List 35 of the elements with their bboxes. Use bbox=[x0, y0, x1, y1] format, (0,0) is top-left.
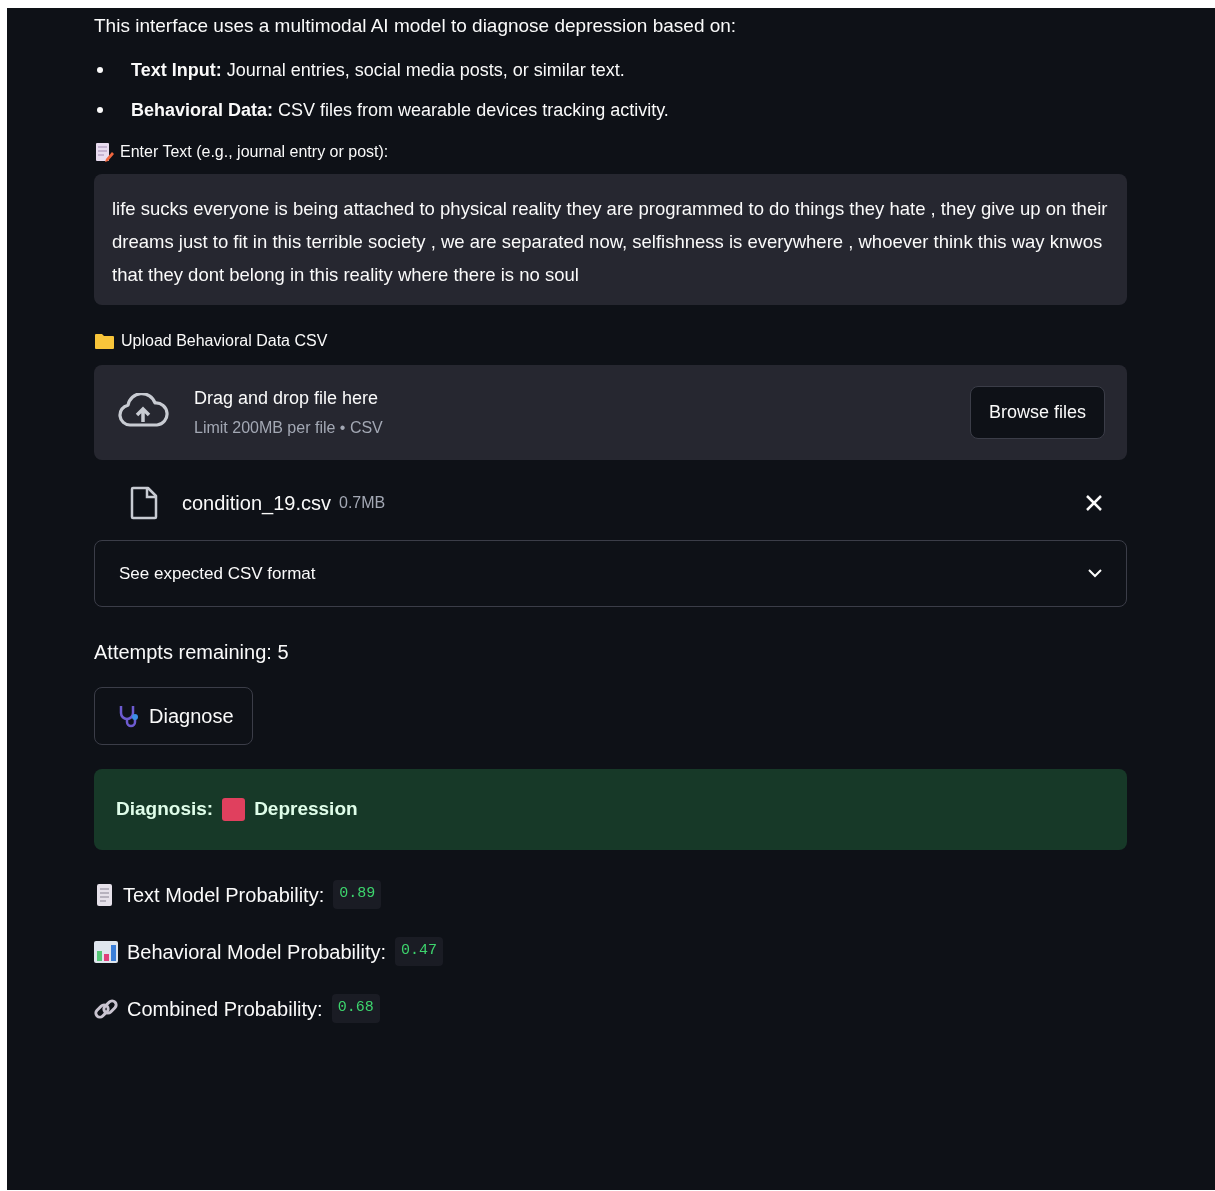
memo-icon bbox=[94, 141, 114, 162]
attempts-text: Attempts remaining: 5 bbox=[94, 640, 290, 665]
link-icon bbox=[94, 996, 118, 1021]
bullet-text: Behavioral Data: CSV files from wearable devices tracking activity. bbox=[131, 98, 669, 122]
bullet-icon bbox=[97, 67, 103, 73]
close-icon[interactable] bbox=[1085, 493, 1103, 512]
bar-chart-icon bbox=[94, 940, 118, 963]
scroll-icon bbox=[94, 882, 114, 907]
file-name: condition_19.csv bbox=[182, 490, 331, 517]
drop-text: Drag and drop file here bbox=[194, 386, 380, 410]
expander-label: See expected CSV format bbox=[119, 562, 316, 585]
probability-value: 0.68 bbox=[331, 994, 380, 1023]
field-label: Enter Text (e.g., journal entry or post): bbox=[120, 141, 389, 162]
probability-label: Text Model Probability: bbox=[123, 882, 325, 908]
chevron-icon bbox=[1088, 568, 1102, 579]
stethoscope-icon bbox=[117, 704, 141, 728]
intro-text: This interface uses a multimodal AI model to diagnose depression based on: bbox=[94, 14, 738, 38]
browse-button[interactable]: Browse files bbox=[969, 385, 1105, 439]
field-label: Upload Behavioral Data CSV bbox=[121, 330, 328, 351]
drop-zone[interactable]: Drag and drop file here Limit 200MB per file • CSV Browse files bbox=[94, 364, 1127, 460]
probability-value: 0.47 bbox=[395, 937, 444, 966]
bullet-text: Text Input: Journal entries, social media posts, or similar text. bbox=[131, 58, 625, 82]
file-icon bbox=[130, 485, 158, 520]
folder-icon bbox=[94, 331, 115, 350]
probability-label: Behavioral Model Probability: bbox=[127, 939, 387, 965]
diagnosis-label: Diagnosis: bbox=[116, 797, 214, 821]
expander[interactable]: See expected CSV format bbox=[94, 539, 1127, 607]
file-size: 0.7MB bbox=[339, 492, 386, 513]
diagnose-button[interactable]: Diagnose bbox=[94, 687, 253, 745]
bullet-icon bbox=[97, 107, 103, 113]
text-area[interactable]: life sucks everyone is being attached to physical reality they are programmed to do things they hate , they give up on their dreams just to fit in this terrible society , we are separated now, selfishness is everywhere , whoever think this way knwos that they dont belong in this reality where there is no soul bbox=[94, 173, 1127, 305]
probability-label: Combined Probability: bbox=[127, 996, 323, 1022]
diagnosis-result: Depression bbox=[254, 797, 358, 821]
probability-value: 0.89 bbox=[333, 880, 382, 909]
limit-text: Limit 200MB per file • CSV bbox=[194, 417, 384, 438]
